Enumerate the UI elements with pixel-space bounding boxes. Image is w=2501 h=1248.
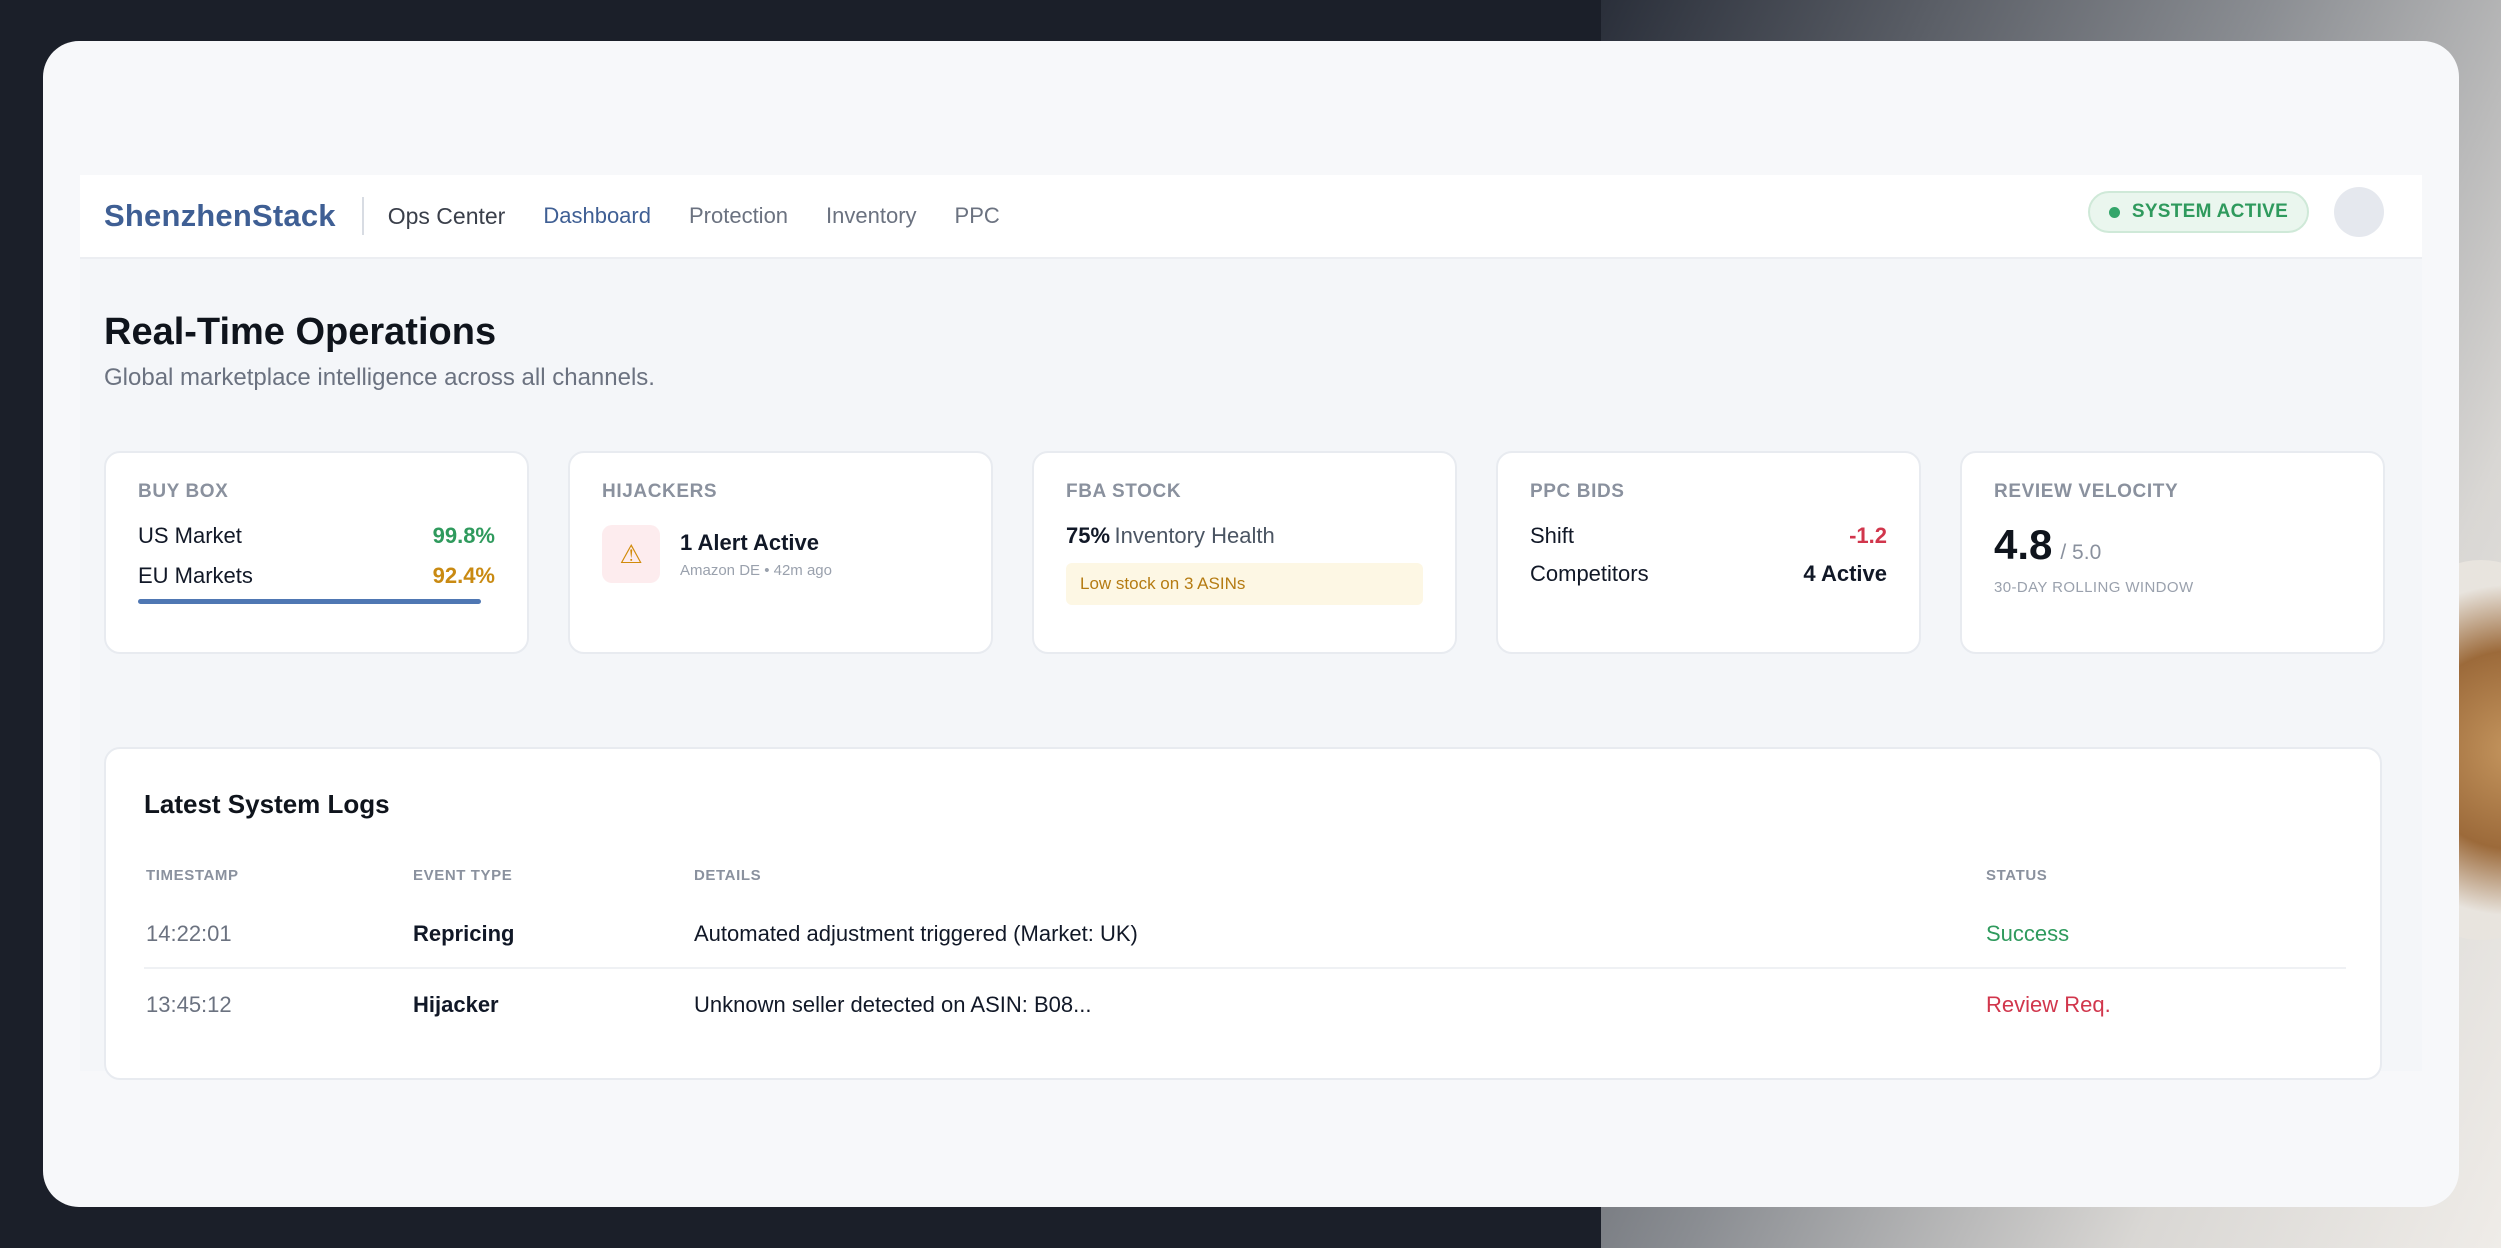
- page-subtitle: Global marketplace intelligence across a…: [104, 364, 655, 391]
- buybox-eu-name: EU Markets: [138, 563, 253, 588]
- fba-health-value: 75%: [1066, 523, 1111, 548]
- buybox-label: BUY BOX: [138, 481, 229, 502]
- top-navbar: ShenzhenStack Ops Center Dashboard Prote…: [80, 175, 2422, 259]
- user-avatar[interactable]: [2334, 187, 2384, 237]
- system-logs-panel: Latest System Logs TIMESTAMP EVENT TYPE …: [104, 747, 2382, 1080]
- ppc-shift-value: -1.2: [1849, 523, 1887, 548]
- status-dot-icon: [2108, 206, 2120, 218]
- log-timestamp: 14:22:01: [146, 921, 232, 946]
- hijacker-alert-text: 1 Alert Active Amazon DE • 42m ago: [680, 530, 832, 579]
- buybox-progress-bar: [138, 599, 481, 604]
- warning-icon: ⚠: [602, 525, 660, 583]
- review-rating: 4.8 / 5.0: [1994, 521, 2351, 569]
- fba-label: FBA STOCK: [1066, 481, 1182, 502]
- section-label: Ops Center: [387, 202, 506, 229]
- ppc-competitors-name: Competitors: [1530, 561, 1649, 586]
- brand-divider: [361, 197, 364, 235]
- ppc-bids-card: PPC BIDS Shift -1.2 Competitors 4 Active: [1496, 451, 1921, 654]
- hijacker-alert[interactable]: ⚠ 1 Alert Active Amazon DE • 42m ago: [602, 525, 959, 583]
- log-details: Unknown seller detected on ASIN: B08...: [694, 992, 1092, 1017]
- hijacker-alert-meta: Amazon DE • 42m ago: [680, 561, 832, 579]
- buybox-row: EU Markets 92.4%: [138, 563, 495, 589]
- screenshot-frame: ShenzhenStack Ops Center Dashboard Prote…: [43, 41, 2459, 1207]
- fba-health: 75% Inventory Health: [1066, 523, 1423, 549]
- row-divider: [144, 967, 2346, 969]
- log-timestamp: 13:45:12: [146, 992, 232, 1017]
- buybox-card: BUY BOX US Market 99.8% EU Markets 92.4%: [104, 451, 529, 654]
- nav-ppc[interactable]: PPC: [955, 203, 1000, 229]
- low-stock-warning[interactable]: Low stock on 3 ASINs: [1066, 563, 1423, 605]
- log-details: Automated adjustment triggered (Market: …: [694, 921, 1138, 946]
- fba-health-label: Inventory Health: [1114, 523, 1275, 548]
- brand-logo[interactable]: ShenzhenStack: [104, 198, 336, 234]
- review-velocity-card: REVIEW VELOCITY 4.8 / 5.0 30-DAY ROLLING…: [1960, 451, 2385, 654]
- system-status-badge: SYSTEM ACTIVE: [2088, 191, 2309, 233]
- log-event-type: Hijacker: [413, 992, 499, 1017]
- nav-protection[interactable]: Protection: [689, 203, 788, 229]
- ppc-competitors-value: 4 Active: [1803, 561, 1887, 586]
- ppc-row: Shift -1.2: [1530, 523, 1887, 549]
- hijackers-card: HIJACKERS ⚠ 1 Alert Active Amazon DE • 4…: [568, 451, 993, 654]
- nav-inventory[interactable]: Inventory: [826, 203, 917, 229]
- ppc-label: PPC BIDS: [1530, 481, 1625, 502]
- col-header-event-type: EVENT TYPE: [413, 867, 513, 884]
- buybox-us-name: US Market: [138, 523, 242, 548]
- logs-title: Latest System Logs: [144, 789, 390, 819]
- buybox-us-value: 99.8%: [432, 523, 495, 548]
- ppc-row: Competitors 4 Active: [1530, 561, 1887, 587]
- buybox-eu-value: 92.4%: [432, 563, 495, 588]
- nav-dashboard[interactable]: Dashboard: [543, 203, 651, 229]
- review-window: 30-DAY ROLLING WINDOW: [1994, 579, 2194, 596]
- page-title: Real-Time Operations: [104, 311, 497, 353]
- system-status-text: SYSTEM ACTIVE: [2131, 201, 2289, 222]
- hijackers-label: HIJACKERS: [602, 481, 718, 502]
- hijacker-alert-title: 1 Alert Active: [680, 529, 819, 555]
- review-label: REVIEW VELOCITY: [1994, 481, 2179, 502]
- col-header-status: STATUS: [1986, 867, 2048, 884]
- log-event-type: Repricing: [413, 921, 515, 946]
- ppc-shift-name: Shift: [1530, 523, 1575, 548]
- fba-stock-card: FBA STOCK 75% Inventory Health Low stock…: [1032, 451, 1457, 654]
- review-rating-max: / 5.0: [2060, 541, 2102, 564]
- review-rating-value: 4.8: [1994, 521, 2053, 568]
- col-header-timestamp: TIMESTAMP: [146, 867, 239, 884]
- log-status: Success: [1986, 921, 2070, 946]
- ops-dashboard: ShenzhenStack Ops Center Dashboard Prote…: [80, 175, 2422, 1080]
- log-status: Review Req.: [1986, 992, 2111, 1017]
- buybox-row: US Market 99.8%: [138, 523, 495, 549]
- col-header-details: DETAILS: [694, 867, 762, 884]
